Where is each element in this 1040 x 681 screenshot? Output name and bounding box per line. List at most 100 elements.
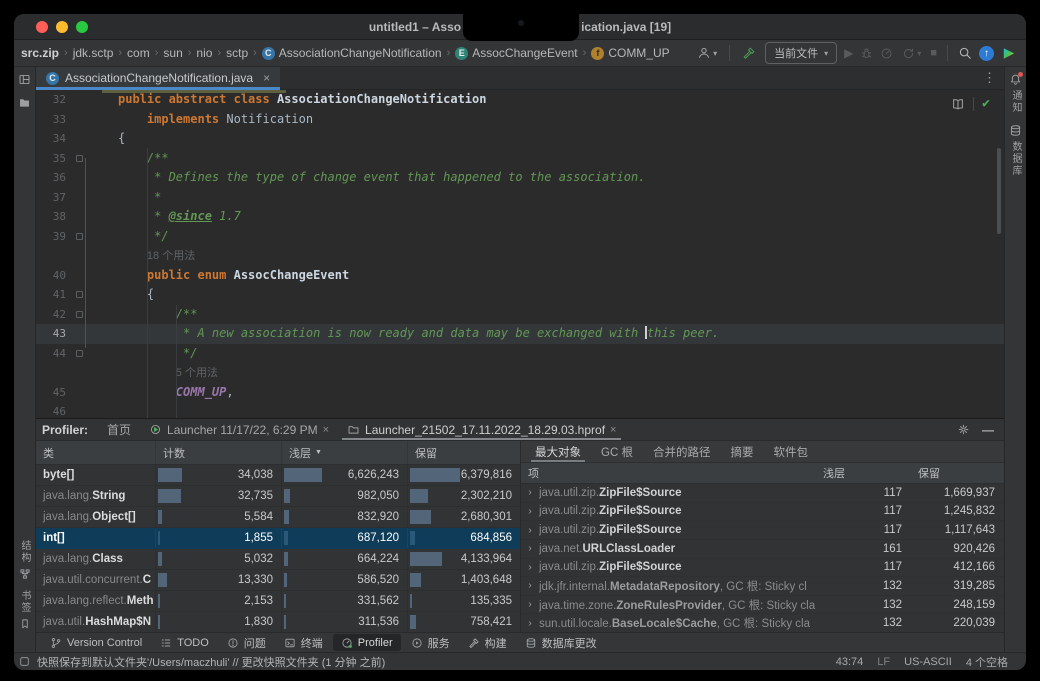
class-table-row[interactable]: java.util.concurrent.C13,330586,5201,403… xyxy=(36,570,520,591)
breadcrumb-item[interactable]: com xyxy=(124,45,153,61)
line-number[interactable]: 32 xyxy=(36,90,66,110)
biggest-object-row[interactable]: ›java.util.zip.ZipFile$Source1171,245,83… xyxy=(521,503,1004,522)
editor-scrollbar[interactable] xyxy=(997,148,1001,234)
toolwindow-button-问题[interactable]: 问题 xyxy=(219,634,274,651)
close-tab-icon[interactable]: × xyxy=(610,424,616,436)
hide-panel-icon[interactable]: — xyxy=(982,423,994,437)
toolwindow-button-version-control[interactable]: Version Control xyxy=(42,634,150,651)
fold-marker-icon[interactable] xyxy=(76,291,83,298)
toolwindow-button-数据库更改[interactable]: 数据库更改 xyxy=(517,634,605,651)
expand-chevron-icon[interactable]: › xyxy=(521,618,539,629)
inspections-ok-icon[interactable]: ✔ xyxy=(982,96,990,111)
user-profile-button[interactable]: ▾ xyxy=(695,44,719,62)
fold-marker-icon[interactable] xyxy=(76,311,83,318)
code-line[interactable]: 37 * xyxy=(36,188,1004,208)
code-line[interactable]: 33 implements Notification xyxy=(36,110,1004,130)
profiler-tab[interactable]: 首页 xyxy=(98,419,140,440)
close-tab-icon[interactable]: × xyxy=(323,424,329,436)
debug-button[interactable] xyxy=(860,47,873,60)
database-toolwindow-button[interactable]: 数据库 xyxy=(1008,124,1023,177)
code-line[interactable]: 40 public enum AssocChangeEvent xyxy=(36,266,1004,286)
biggest-object-row[interactable]: ›java.util.zip.ZipFile$Source117412,166 xyxy=(521,559,1004,578)
gear-icon[interactable] xyxy=(957,423,970,436)
class-table-row[interactable]: byte[]34,0386,626,2436,379,816 xyxy=(36,465,520,486)
code-editor[interactable]: 32public abstract class AssociationChang… xyxy=(36,90,1004,418)
profiler-tab[interactable]: Launcher 11/17/22, 6:29 PM× xyxy=(140,419,338,440)
class-table-row[interactable]: int[]1,855687,120684,856 xyxy=(36,528,520,549)
code-line[interactable]: 45 COMM_UP, xyxy=(36,383,1004,403)
column-header[interactable]: 计数 xyxy=(155,441,281,464)
expand-chevron-icon[interactable]: › xyxy=(521,506,539,517)
current-code-line[interactable]: 43 * A new association is now ready and … xyxy=(36,324,1004,344)
breadcrumb-item[interactable]: sctp xyxy=(223,45,251,61)
code-line[interactable]: 39 */ xyxy=(36,227,1004,247)
toolwindow-button-构建[interactable]: 构建 xyxy=(460,634,515,651)
line-number[interactable]: 33 xyxy=(36,110,66,130)
code-line[interactable]: 44 */ xyxy=(36,344,1004,364)
detail-tab[interactable]: 合并的路径 xyxy=(643,441,721,462)
search-everywhere-icon[interactable] xyxy=(958,46,972,60)
line-number[interactable]: 38 xyxy=(36,207,66,227)
breadcrumb-item[interactable]: EAssocChangeEvent xyxy=(452,45,580,61)
reader-mode-icon[interactable] xyxy=(951,97,965,111)
column-header[interactable]: 保留 xyxy=(911,465,1004,481)
detail-tab[interactable]: 最大对象 xyxy=(525,441,591,462)
fold-marker-icon[interactable] xyxy=(76,233,83,240)
line-ending[interactable]: LF xyxy=(877,656,890,668)
expand-chevron-icon[interactable]: › xyxy=(521,562,539,573)
biggest-object-row[interactable]: ›jdk.jfr.internal.MetadataRepository, GC… xyxy=(521,577,1004,596)
line-number[interactable]: 39 xyxy=(36,227,66,247)
line-number[interactable] xyxy=(36,363,66,383)
toolwindow-button-终端[interactable]: 终端 xyxy=(276,634,331,651)
line-number[interactable]: 42 xyxy=(36,305,66,325)
project-toolwindow-button[interactable] xyxy=(18,73,31,86)
notifications-toolwindow-button[interactable]: 通知 xyxy=(1008,73,1023,114)
breadcrumb-item[interactable]: jdk.sctp xyxy=(70,45,117,61)
indent-setting[interactable]: 4 个空格 xyxy=(966,654,1008,670)
update-available-icon[interactable]: ↑ xyxy=(979,46,994,61)
fold-marker-icon[interactable] xyxy=(76,155,83,162)
expand-chevron-icon[interactable]: › xyxy=(521,599,539,610)
detail-tab[interactable]: GC 根 xyxy=(591,441,643,462)
line-number[interactable]: 37 xyxy=(36,188,66,208)
rerun-button[interactable]: ▾ xyxy=(900,45,923,62)
biggest-object-row[interactable]: ›java.util.zip.ZipFile$Source1171,669,93… xyxy=(521,484,1004,503)
code-line[interactable]: 18 个用法 xyxy=(36,246,1004,266)
profiler-tab[interactable]: Launcher_21502_17.11.2022_18.29.03.hprof… xyxy=(338,419,625,440)
line-number[interactable]: 43 xyxy=(36,324,66,344)
line-number[interactable] xyxy=(36,246,66,266)
toolwindow-button-profiler[interactable]: Profiler xyxy=(333,634,401,651)
line-number[interactable]: 35 xyxy=(36,149,66,169)
column-header[interactable]: 保留 xyxy=(407,441,520,464)
line-number[interactable]: 36 xyxy=(36,168,66,188)
code-line[interactable]: 46 xyxy=(36,402,1004,418)
column-header[interactable]: 项 xyxy=(521,465,816,481)
code-line[interactable]: 42 /** xyxy=(36,305,1004,325)
biggest-object-row[interactable]: ›java.util.zip.ZipFile$Source1171,117,64… xyxy=(521,521,1004,540)
class-table-row[interactable]: java.lang.reflect.Meth2,153331,562135,33… xyxy=(36,591,520,612)
code-line[interactable]: 32public abstract class AssociationChang… xyxy=(36,90,1004,110)
editor-tab[interactable]: C AssociationChangeNotification.java × xyxy=(36,67,280,89)
code-line[interactable]: 35 /** xyxy=(36,149,1004,169)
line-number[interactable]: 45 xyxy=(36,383,66,403)
profile-button[interactable] xyxy=(880,47,893,60)
file-encoding[interactable]: US-ASCII xyxy=(904,656,952,668)
class-table-row[interactable]: java.util.HashMap$N1,830311,536758,421 xyxy=(36,612,520,632)
close-tab-icon[interactable]: × xyxy=(263,71,270,85)
line-number[interactable]: 46 xyxy=(36,402,66,418)
column-header[interactable]: 浅层 xyxy=(816,465,911,481)
build-project-button[interactable] xyxy=(740,44,758,62)
expand-chevron-icon[interactable]: › xyxy=(521,525,539,536)
run-configuration-select[interactable]: 当前文件 ▾ xyxy=(765,42,837,64)
status-message[interactable]: 快照保存到默认文件夹'/Users/maczhuli' // 更改快照文件夹 (… xyxy=(19,654,385,670)
breadcrumb-item[interactable]: sun xyxy=(160,45,185,61)
class-table-row[interactable]: java.lang.Object[]5,584832,9202,680,301 xyxy=(36,507,520,528)
expand-chevron-icon[interactable]: › xyxy=(521,543,539,554)
biggest-object-row[interactable]: ›java.net.URLClassLoader161920,426 xyxy=(521,540,1004,559)
line-number[interactable]: 44 xyxy=(36,344,66,364)
column-header[interactable]: 浅层▼ xyxy=(281,441,407,464)
code-line[interactable]: 5 个用法 xyxy=(36,363,1004,383)
breadcrumb-item[interactable]: nio xyxy=(193,45,215,61)
class-table-row[interactable]: java.lang.String32,735982,0502,302,210 xyxy=(36,486,520,507)
toolwindow-button-todo[interactable]: TODO xyxy=(152,634,217,651)
